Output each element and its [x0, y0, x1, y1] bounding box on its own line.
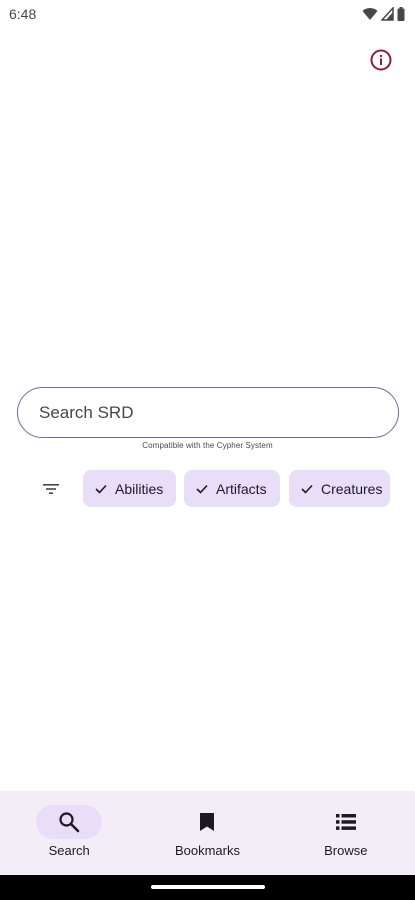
- compatibility-note: Compatible with the Cypher System: [142, 441, 273, 450]
- home-gesture-handle[interactable]: [151, 885, 265, 889]
- battery-icon: [397, 7, 405, 21]
- search-input[interactable]: [39, 388, 398, 437]
- filter-chip-artifacts[interactable]: Artifacts: [184, 470, 280, 507]
- chip-scroll-fade: [390, 470, 415, 507]
- wifi-icon: [362, 8, 378, 20]
- chip-label: Abilities: [115, 480, 164, 497]
- bookmark-icon: [200, 813, 215, 831]
- nav-item-bookmarks[interactable]: Bookmarks: [138, 791, 276, 875]
- filter-chip-creatures[interactable]: Creatures: [289, 470, 390, 507]
- filter-list-icon: [43, 484, 59, 494]
- list-icon: [335, 814, 356, 830]
- info-icon: [370, 49, 392, 71]
- filter-button[interactable]: [38, 476, 64, 502]
- chip-label: Artifacts: [216, 480, 267, 497]
- info-button[interactable]: [363, 44, 399, 76]
- gesture-navigation-bar: [0, 875, 415, 900]
- check-icon: [95, 484, 107, 494]
- nav-label: Browse: [324, 843, 368, 858]
- cellular-icon: [381, 7, 394, 21]
- chip-label: Creatures: [321, 480, 383, 497]
- status-bar: 6:48: [0, 0, 415, 28]
- status-icons: [362, 7, 405, 21]
- search-icon: [59, 812, 80, 833]
- filter-row: Abilities Artifacts Creatures: [0, 470, 415, 507]
- nav-item-search[interactable]: Search: [0, 791, 138, 875]
- nav-label: Search: [48, 843, 90, 858]
- check-icon: [301, 484, 313, 494]
- filter-chip-abilities[interactable]: Abilities: [83, 470, 176, 507]
- bottom-navigation: Search Bookmarks Browse: [0, 791, 415, 875]
- nav-item-browse[interactable]: Browse: [277, 791, 415, 875]
- search-field[interactable]: [17, 387, 399, 438]
- status-time: 6:48: [9, 6, 37, 22]
- nav-label: Bookmarks: [174, 843, 240, 858]
- check-icon: [196, 484, 208, 494]
- nav-active-indicator: [36, 805, 103, 839]
